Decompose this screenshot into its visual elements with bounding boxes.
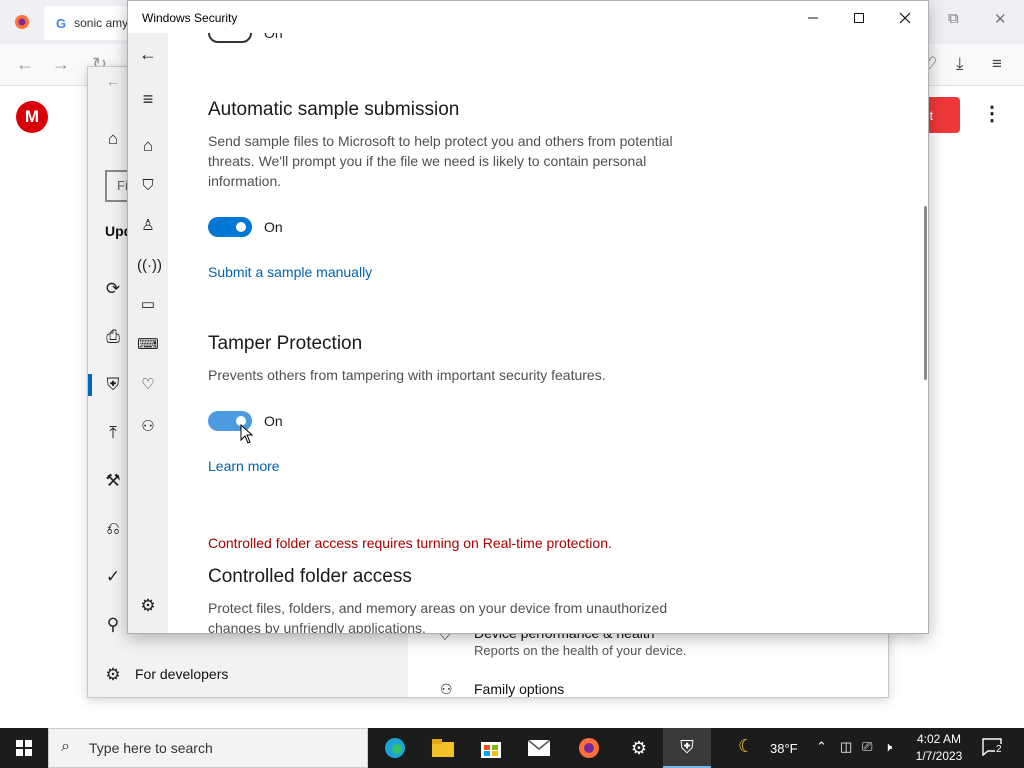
kebab-menu-icon[interactable]: ⋮ — [982, 104, 1002, 124]
mouse-cursor-icon — [240, 423, 254, 449]
clock-date: 1/7/2023 — [915, 749, 963, 763]
device-performance-subtitle: Reports on the health of your device. — [474, 643, 687, 658]
toggle-knob — [236, 222, 246, 232]
sync-icon[interactable]: ⟳ — [102, 279, 124, 299]
firewall-network-icon[interactable]: ((·)) — [137, 258, 162, 273]
back-arrow-icon[interactable]: ← — [137, 45, 159, 63]
back-icon[interactable]: ← — [16, 54, 34, 75]
hamburger-menu-icon[interactable]: ≡ — [137, 90, 159, 108]
taskbar: ⌕ Type here to search ⚙ ⛨ ☾ 38°F ⌃ ◫ ⎚ 🕨… — [0, 728, 1024, 768]
weather-icon[interactable]: ☾ — [738, 736, 754, 757]
close-button[interactable] — [882, 3, 928, 33]
activation-icon[interactable]: ✓ — [102, 567, 124, 587]
controlled-folder-description: Protect files, folders, and memory areas… — [208, 600, 668, 633]
forward-icon[interactable]: → — [52, 54, 70, 75]
home-icon[interactable]: ⌂ — [102, 129, 124, 149]
maximize-button[interactable] — [836, 3, 882, 33]
auto-sample-toggle[interactable] — [208, 217, 252, 237]
device-security-icon[interactable]: ⌨ — [137, 337, 159, 352]
home-icon[interactable]: ⌂ — [137, 137, 159, 154]
start-button[interactable] — [0, 728, 48, 768]
weather-temp[interactable]: 38°F — [770, 741, 798, 756]
learn-more-link[interactable]: Learn more — [208, 458, 280, 474]
nav-rail: ← ≡ ⌂ ⛉ ♙ ((·)) ▭ ⌨ ♡ ⚇ ⚙ — [128, 33, 168, 633]
settings-taskbar-icon[interactable]: ⚙ — [615, 728, 663, 768]
auto-sample-description: Send sample files to Microsoft to help p… — [208, 133, 673, 189]
windows-security-taskbar-icon[interactable]: ⛨ — [663, 728, 711, 768]
firefox-taskbar-icon[interactable] — [565, 728, 613, 768]
store-icon[interactable] — [467, 728, 515, 768]
windows-security-window: Windows Security ← ≡ ⌂ ⛉ ♙ ((·)) ▭ ⌨ ♡ ⚇… — [127, 0, 929, 634]
file-explorer-icon[interactable] — [419, 728, 467, 768]
tamper-protection-title: Tamper Protection — [208, 333, 363, 354]
search-placeholder: Type here to search — [89, 740, 213, 756]
content-area: On Automatic sample submission Send samp… — [168, 33, 928, 633]
account-protection-icon[interactable]: ♙ — [137, 218, 159, 233]
shield-icon[interactable]: ⛨ — [102, 375, 124, 395]
meet-now-icon[interactable]: ◫ — [840, 739, 852, 755]
family-options-title[interactable]: Family options — [474, 681, 564, 697]
close-icon — [899, 12, 911, 24]
restore-icon[interactable]: ⧉ — [948, 10, 959, 27]
family-icon: ⚇ — [440, 681, 453, 697]
auto-sample-toggle-label: On — [264, 219, 283, 235]
close-icon[interactable]: ✕ — [994, 10, 1007, 28]
backup-icon[interactable]: ⤒ — [102, 423, 124, 443]
network-icon[interactable]: ⎚ — [862, 739, 872, 755]
auto-sample-title: Automatic sample submission — [208, 99, 460, 120]
volume-muted-icon[interactable]: 🕨 — [884, 739, 892, 755]
controlled-folder-title: Controlled folder access — [208, 566, 412, 587]
window-title: Windows Security — [142, 11, 238, 25]
google-icon: G — [56, 15, 67, 31]
firefox-icon — [15, 15, 29, 29]
app-browser-control-icon[interactable]: ▭ — [137, 297, 159, 312]
minimize-button[interactable] — [790, 3, 836, 33]
controlled-folder-warning: Controlled folder access requires turnin… — [208, 535, 612, 551]
windows-logo-icon — [16, 740, 32, 756]
menu-icon[interactable]: ≡ — [992, 54, 1002, 74]
browser-tab-label: sonic amy — [74, 16, 129, 30]
taskbar-search-box[interactable]: ⌕ Type here to search — [48, 728, 368, 768]
clock-time: 4:02 AM — [916, 732, 962, 746]
maximize-icon — [854, 13, 864, 23]
mega-logo[interactable]: M — [16, 101, 48, 133]
title-bar: Windows Security — [128, 1, 928, 33]
firefox-view-tab[interactable] — [0, 0, 44, 44]
find-device-icon[interactable]: ⚲ — [102, 615, 124, 635]
sidebar-item-for-developers[interactable]: For developers — [135, 666, 228, 682]
previous-toggle[interactable] — [208, 33, 252, 43]
device-health-icon[interactable]: ♡ — [137, 377, 159, 392]
active-indicator — [88, 374, 92, 396]
search-icon: ⌕ — [61, 738, 70, 755]
virus-protection-icon[interactable]: ⛉ — [137, 178, 159, 193]
tamper-protection-toggle-label: On — [264, 413, 283, 429]
scrollbar-thumb[interactable] — [924, 206, 927, 380]
notification-button[interactable]: 2 — [982, 738, 1006, 758]
mail-icon[interactable] — [515, 728, 563, 768]
clock[interactable]: 4:02 AM 1/7/2023 — [904, 731, 974, 765]
tamper-protection-description: Prevents others from tampering with impo… — [208, 367, 606, 383]
troubleshoot-icon[interactable]: ⚒ — [102, 471, 124, 491]
chevron-up-icon[interactable]: ⌃ — [816, 739, 827, 755]
previous-toggle-label: On — [264, 33, 283, 41]
submit-sample-link[interactable]: Submit a sample manually — [208, 264, 372, 280]
download-icon[interactable]: ⤓ — [956, 54, 964, 74]
minimize-icon — [808, 17, 818, 19]
notification-count: 2 — [995, 744, 1003, 755]
family-options-icon[interactable]: ⚇ — [137, 419, 159, 434]
settings-back-icon[interactable]: ← — [106, 73, 120, 89]
recovery-icon[interactable]: ⎌ — [102, 519, 124, 539]
delivery-icon[interactable]: ⎙ — [102, 327, 124, 347]
developers-icon[interactable]: ⚙ — [102, 665, 124, 685]
edge-icon[interactable] — [371, 728, 419, 768]
settings-gear-icon[interactable]: ⚙ — [137, 597, 159, 614]
